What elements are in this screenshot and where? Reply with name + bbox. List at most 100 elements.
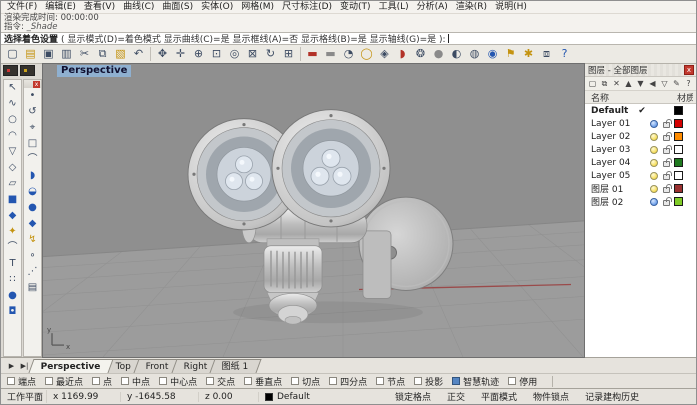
layers-panel-titlebar[interactable]: 图层 - 全部图层 x [585, 64, 696, 77]
save-icon[interactable]: ▣ [40, 46, 57, 62]
plane-icon[interactable]: ▤ [24, 280, 41, 296]
ellipse-icon[interactable]: ◇ [4, 160, 21, 176]
mini-close-icon[interactable]: x [33, 81, 40, 88]
menu-file[interactable]: 文件(F) [3, 1, 41, 14]
extrude-icon[interactable]: ✦ [4, 224, 21, 240]
box-icon[interactable]: ■ [4, 192, 21, 208]
sphere-rendered-icon[interactable]: ◉ [484, 46, 501, 62]
palette-tab-main-icon[interactable] [3, 65, 18, 76]
menu-mesh[interactable]: 网格(M) [237, 1, 278, 14]
layer-lock-icon[interactable] [663, 174, 670, 180]
osnap-end[interactable]: 端点 [7, 375, 36, 388]
layer-row[interactable]: Layer 02 [585, 130, 696, 143]
current-layer-chip[interactable]: Default [259, 392, 387, 402]
layer-name[interactable]: Default [591, 106, 636, 116]
fillet-icon[interactable]: ⌒ [4, 240, 21, 256]
filter-icon[interactable]: ▽ [659, 78, 670, 90]
block-tools-icon[interactable]: ⧈ [538, 46, 555, 62]
chain-icon[interactable]: ⋰ [24, 264, 41, 280]
zoom-dynamic-icon[interactable]: ◎ [226, 46, 243, 62]
select-icon[interactable]: ↖ [4, 80, 21, 96]
layer-name[interactable]: Layer 02 [591, 132, 636, 142]
panel-help-icon[interactable]: ? [683, 78, 694, 90]
shaded-view-icon[interactable]: ▬ [304, 46, 321, 62]
cylinder-icon[interactable]: ◆ [4, 208, 21, 224]
viewport-canvas[interactable]: y x [43, 64, 584, 357]
ortho-toggle[interactable]: 正交 [439, 390, 473, 403]
layer-visibility-bulb-icon[interactable] [650, 185, 658, 193]
layer-color-swatch[interactable] [674, 106, 683, 115]
osnap-tan[interactable]: 切点 [291, 375, 320, 388]
ghosted-view-icon[interactable]: ▬ [322, 46, 339, 62]
layer-lock-icon[interactable] [663, 187, 670, 193]
menu-solid[interactable]: 实体(O) [197, 1, 237, 14]
loft-icon[interactable]: ◒ [24, 184, 41, 200]
sphere-shaded-icon[interactable]: ● [430, 46, 447, 62]
osnap-disable[interactable]: 停用 [508, 375, 537, 388]
layer-lock-icon[interactable] [663, 122, 670, 128]
curve-icon[interactable]: ∿ [4, 96, 21, 112]
menu-curve[interactable]: 曲线(C) [119, 1, 158, 14]
layer-color-swatch[interactable] [674, 158, 683, 167]
layer-row[interactable]: Layer 04 [585, 156, 696, 169]
layer-lock-icon[interactable] [663, 135, 670, 141]
polygon-icon[interactable]: ▽ [4, 144, 21, 160]
layer-row[interactable]: 图层 01 [585, 182, 696, 195]
layer-lock-icon[interactable] [663, 200, 670, 206]
layer-row[interactable]: Layer 03 [585, 143, 696, 156]
tab-layout-1[interactable]: 图纸 1 [210, 359, 262, 373]
osnap-int[interactable]: 交点 [206, 375, 235, 388]
sphere-wireframe-icon[interactable]: ◍ [466, 46, 483, 62]
circle-icon[interactable]: ○ [4, 112, 21, 128]
menu-edit[interactable]: 编辑(E) [41, 1, 80, 14]
menu-dimension[interactable]: 尺寸标注(D) [278, 1, 336, 14]
layer-color-swatch[interactable] [674, 171, 683, 180]
paste-icon[interactable]: ▧ [112, 46, 129, 62]
color-wheel-icon[interactable]: ❂ [412, 46, 429, 62]
rotate-view-icon[interactable]: ↻ [262, 46, 279, 62]
osnap-near[interactable]: 最近点 [45, 375, 83, 388]
menu-tools[interactable]: 工具(L) [375, 1, 413, 14]
text-tool-icon[interactable]: T [4, 256, 21, 272]
sphere-ghosted-icon[interactable]: ◐ [448, 46, 465, 62]
point-cloud-icon[interactable]: ∘ [24, 248, 41, 264]
layer-row[interactable]: Layer 05 [585, 169, 696, 182]
layer-color-swatch[interactable] [674, 145, 683, 154]
array-icon[interactable]: ∷ [4, 272, 21, 288]
planar-toggle[interactable]: 平面模式 [473, 390, 525, 403]
osnap-toggle[interactable]: 物件锁点 [525, 390, 577, 403]
layer-color-swatch[interactable] [674, 197, 683, 206]
layer-visibility-bulb-icon[interactable] [650, 146, 658, 154]
pointer-flag-icon[interactable]: ⚑ [502, 46, 519, 62]
layer-row[interactable]: Layer 01 [585, 117, 696, 130]
surface-icon[interactable]: ▱ [4, 176, 21, 192]
zoom-icon[interactable]: ⊕ [190, 46, 207, 62]
palette-tab-secondary-icon[interactable] [20, 65, 35, 76]
lock-objects-icon[interactable]: ◈ [376, 46, 393, 62]
new-sublayer-icon[interactable]: ⧉ [599, 78, 610, 90]
osnap-cen[interactable]: 中心点 [159, 375, 197, 388]
patch-icon[interactable]: ◗ [24, 168, 41, 184]
four-viewports-icon[interactable]: ⊞ [280, 46, 297, 62]
move-up-icon[interactable]: ▲ [623, 78, 634, 90]
print-icon[interactable]: ▥ [58, 46, 75, 62]
zoom-extents-icon[interactable]: ⊠ [244, 46, 261, 62]
pan-icon[interactable]: ✥ [154, 46, 171, 62]
pipe-icon[interactable]: ◘ [4, 304, 21, 320]
osnap-mid[interactable]: 中点 [121, 375, 150, 388]
cut-icon[interactable]: ✂ [76, 46, 93, 62]
layer-name[interactable]: 图层 02 [591, 195, 636, 208]
layer-visibility-bulb-icon[interactable] [650, 198, 658, 206]
osnap-point[interactable]: 点 [92, 375, 112, 388]
point-icon[interactable]: • [24, 88, 41, 104]
undo-icon[interactable]: ↶ [130, 46, 147, 62]
layer-name[interactable]: Layer 05 [591, 171, 636, 181]
close-icon[interactable]: x [684, 65, 694, 75]
arc-tool-icon[interactable]: ⌒ [24, 152, 41, 168]
layer-color-swatch[interactable] [674, 132, 683, 141]
osnap-smarttrack[interactable]: 智慧轨迹 [452, 375, 499, 388]
shade-mode-icon[interactable]: ◗ [394, 46, 411, 62]
layer-name[interactable]: Layer 01 [591, 119, 636, 129]
layer-name[interactable]: 图层 01 [591, 182, 636, 195]
new-layer-icon[interactable]: ▢ [587, 78, 598, 90]
